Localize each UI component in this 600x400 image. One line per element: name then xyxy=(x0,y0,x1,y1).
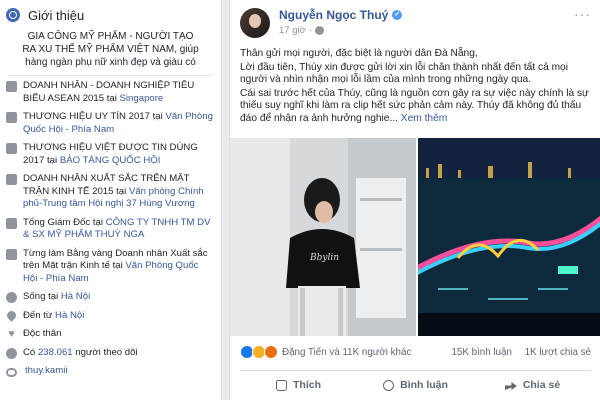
intro-item: ♥ Độc thân xyxy=(6,328,215,341)
verified-icon: ✓ xyxy=(392,10,403,20)
comment-label: Bình luận xyxy=(400,379,448,391)
intro-item-text: THƯƠNG HIỆU UY TÍN 2017 tại Văn Phòng Qu… xyxy=(23,111,215,136)
share-icon xyxy=(504,382,517,390)
intro-item-link[interactable]: 238.061 xyxy=(38,347,73,358)
thumbs-up-icon xyxy=(276,379,287,391)
home-icon xyxy=(6,292,17,303)
author-name[interactable]: Nguyễn Ngọc Thuý xyxy=(279,8,388,22)
post-actions: Thích Bình luận Chia sẻ xyxy=(240,370,591,399)
post-paragraph: Lời đầu tiên, Thúy xin được gửi lời xin … xyxy=(240,61,568,86)
post-paragraph: Cái sai trước hết của Thúy, cũng là nguồ… xyxy=(240,88,591,126)
comments-count[interactable]: 15K bình luận xyxy=(451,347,511,358)
reactions-summary[interactable]: Đặng Tiến và 11K người khác xyxy=(282,347,411,358)
intro-item-label: Tổng Giám Đốc tại xyxy=(23,216,106,228)
woman-photo-illustration: Bbylin xyxy=(230,138,416,336)
intro-item-link[interactable]: BẢO TÀNG QUỐC HỘI xyxy=(60,155,161,166)
globe-icon xyxy=(6,8,20,22)
post-paragraph: Thân gửi mọi người, đặc biệt là người dâ… xyxy=(240,48,478,59)
intro-item-text: THƯƠNG HIỆU VIỆT ĐƯỢC TIN DÙNG 2017 tại … xyxy=(23,142,215,167)
intro-item-label: Có xyxy=(23,346,38,358)
award-icon xyxy=(6,174,17,185)
shares-count[interactable]: 1K lượt chia sẻ xyxy=(525,347,591,358)
post-text: Thân gửi mọi người, đặc biệt là người dâ… xyxy=(230,48,600,125)
award-icon xyxy=(6,81,17,92)
intro-bio: GIA CÔNG MỸ PHẨM - NGƯỜI TẠO RA XU THẾ M… xyxy=(8,30,213,76)
comment-icon xyxy=(383,379,395,391)
intro-item-text: Có 238.061 người theo dõi xyxy=(23,347,138,360)
briefcase-icon xyxy=(6,248,17,260)
post-timestamp[interactable]: 17 giờ · xyxy=(279,25,402,36)
more-options-icon[interactable]: ··· xyxy=(574,6,591,22)
post-card: Nguyễn Ngọc Thuý ✓ 17 giờ · ··· Thân gửi… xyxy=(229,0,600,400)
intro-item: THƯƠNG HIỆU VIỆT ĐƯỢC TIN DÙNG 2017 tại … xyxy=(6,142,215,167)
public-icon xyxy=(315,26,325,35)
angry-reaction-icon xyxy=(264,345,278,359)
intro-item: Có 238.061 người theo dõi xyxy=(6,347,215,360)
intro-item-label: Đến từ xyxy=(23,309,56,321)
intro-item-text: Tổng Giám Đốc tại CÔNG TY TNHH TM DV & S… xyxy=(23,217,215,242)
intro-title: Giới thiệu xyxy=(28,7,85,23)
intro-item-label: THƯƠNG HIỆU UY TÍN 2017 tại xyxy=(23,111,166,122)
intro-item: THƯƠNG HIỆU UY TÍN 2017 tại Văn Phòng Qu… xyxy=(6,111,215,136)
post-stats: Đặng Tiến và 11K người khác 15K bình luậ… xyxy=(230,342,600,362)
shirt-text: Bbylin xyxy=(309,253,339,263)
location-icon xyxy=(5,308,18,322)
intro-item: Đến từ Hà Nội xyxy=(5,308,215,323)
intro-item-link[interactable]: Singapore xyxy=(120,93,164,104)
heart-icon: ♥ xyxy=(8,328,15,340)
photo-dragon-bridge[interactable] xyxy=(418,138,600,336)
intro-item-link[interactable]: Hà Nội xyxy=(55,310,84,321)
followers-icon xyxy=(6,347,17,359)
award-icon xyxy=(6,143,17,154)
dragon-bridge-illustration xyxy=(418,138,600,336)
intro-item-suffix: người theo dõi xyxy=(72,346,138,358)
link-icon xyxy=(6,368,17,377)
intro-item-text: DOANH NHÂN XUẤT SẮC TRÊN MẶT TRẬN KINH T… xyxy=(23,173,215,211)
post-author[interactable]: Nguyễn Ngọc Thuý ✓ xyxy=(279,8,403,22)
time-label[interactable]: 17 giờ xyxy=(279,25,306,36)
intro-item-text: Sống tại Hà Nội xyxy=(23,291,90,304)
briefcase-icon xyxy=(6,217,17,229)
like-button[interactable]: Thích xyxy=(240,379,357,391)
post-header: Nguyễn Ngọc Thuý ✓ 17 giờ · ··· xyxy=(230,0,600,48)
intro-item: Tổng Giám Đốc tại CÔNG TY TNHH TM DV & S… xyxy=(6,217,215,242)
intro-item-link[interactable]: thuy.kamii xyxy=(25,365,67,376)
intro-item-label: DOANH NHÂN - DOANH NGHIỆP TIÊU BIỂU ASEA… xyxy=(23,80,195,104)
intro-item-label: Sống tại xyxy=(23,291,61,302)
intro-header: Giới thiệu xyxy=(0,0,221,30)
intro-item: thuy.kamii xyxy=(6,365,215,378)
award-icon xyxy=(6,112,17,123)
share-button[interactable]: Chia sẻ xyxy=(474,379,591,391)
intro-item-text: Đến từ Hà Nội xyxy=(23,310,84,323)
like-label: Thích xyxy=(293,379,321,391)
intro-item: Sống tại Hà Nội xyxy=(6,291,215,304)
intro-item-text: thuy.kamii xyxy=(25,365,67,378)
intro-item-link[interactable]: Hà Nội xyxy=(61,291,90,302)
share-label: Chia sẻ xyxy=(522,379,561,391)
photo-woman[interactable]: Bbylin xyxy=(230,138,416,336)
avatar[interactable] xyxy=(240,8,270,38)
intro-list: DOANH NHÂN - DOANH NGHIỆP TIÊU BIỂU ASEA… xyxy=(0,76,221,378)
post-photos: Bbylin xyxy=(230,138,600,336)
intro-item: DOANH NHÂN - DOANH NGHIỆP TIÊU BIỂU ASEA… xyxy=(6,80,215,105)
intro-item-text: Từng làm Bằng vàng Doanh nhân Xuất sắc t… xyxy=(23,248,215,286)
intro-item-label: Độc thân xyxy=(23,328,62,339)
intro-item: DOANH NHÂN XUẤT SẮC TRÊN MẶT TRẬN KINH T… xyxy=(6,173,215,211)
see-more-link[interactable]: Xem thêm xyxy=(401,113,447,124)
intro-item-text: DOANH NHÂN - DOANH NGHIỆP TIÊU BIỂU ASEA… xyxy=(23,80,215,105)
comment-button[interactable]: Bình luận xyxy=(357,379,474,391)
intro-item-text: Độc thân xyxy=(23,328,61,341)
intro-item: Từng làm Bằng vàng Doanh nhân Xuất sắc t… xyxy=(6,248,215,286)
intro-card: Giới thiệu GIA CÔNG MỸ PHẨM - NGƯỜI TẠO … xyxy=(0,0,222,400)
